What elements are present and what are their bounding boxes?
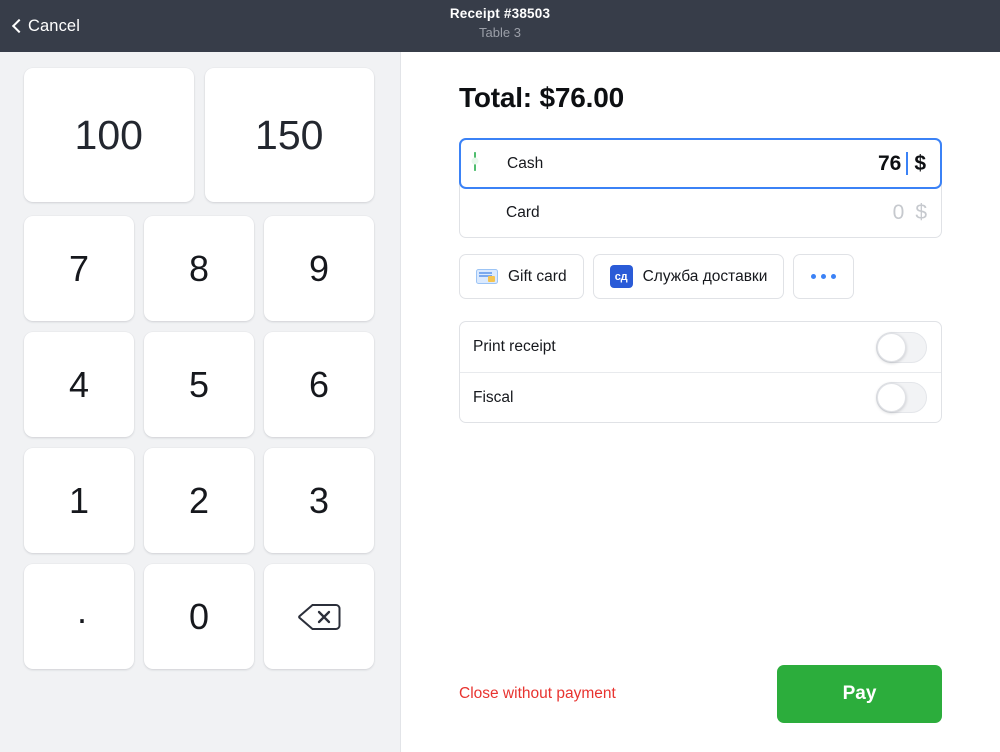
extra-payment-methods: Gift card сд Служба доставки (459, 254, 942, 299)
gift-card-button[interactable]: Gift card (459, 254, 584, 299)
total-amount: Total: $76.00 (459, 82, 942, 114)
fiscal-toggle[interactable] (876, 382, 927, 413)
key-decimal-label: . (77, 593, 87, 629)
key-1[interactable]: 1 (24, 448, 134, 553)
cash-amount-field[interactable]: 76 $ (878, 152, 926, 176)
quick-amount-150-button[interactable]: 150 (205, 68, 375, 202)
numeric-keypad: 7 8 9 4 5 6 1 2 3 . 0 (24, 216, 374, 669)
text-cursor (906, 152, 908, 175)
payment-panel: Total: $76.00 Cash 76 $ (401, 52, 1000, 752)
credit-card-icon (473, 202, 495, 224)
key-6[interactable]: 6 (264, 332, 374, 437)
key-5-label: 5 (189, 367, 209, 403)
toggle-knob (877, 333, 906, 362)
payment-method-card[interactable]: Card 0 $ (460, 188, 941, 237)
ellipsis-icon (811, 274, 836, 279)
key-9-label: 9 (309, 251, 329, 287)
key-0[interactable]: 0 (144, 564, 254, 669)
key-8[interactable]: 8 (144, 216, 254, 321)
print-receipt-label: Print receipt (473, 338, 556, 356)
key-3[interactable]: 3 (264, 448, 374, 553)
cancel-button-label: Cancel (28, 17, 80, 36)
key-3-label: 3 (309, 483, 329, 519)
key-8-label: 8 (189, 251, 209, 287)
key-4[interactable]: 4 (24, 332, 134, 437)
quick-amount-150-label: 150 (255, 115, 323, 156)
cash-currency-symbol: $ (914, 152, 926, 176)
gift-card-icon (476, 269, 498, 284)
key-2[interactable]: 2 (144, 448, 254, 553)
backspace-icon (296, 601, 342, 633)
delivery-service-icon: сд (610, 265, 633, 288)
delivery-service-button[interactable]: сд Служба доставки (593, 254, 785, 299)
quick-amount-100-label: 100 (75, 115, 143, 156)
payment-method-cash-label: Cash (507, 155, 543, 173)
quick-amount-100-button[interactable]: 100 (24, 68, 194, 202)
key-2-label: 2 (189, 483, 209, 519)
pay-button[interactable]: Pay (777, 665, 942, 723)
key-7-label: 7 (69, 251, 89, 287)
receipt-title: Receipt #38503 (0, 5, 1000, 23)
cash-banknote-icon (474, 153, 496, 175)
key-7[interactable]: 7 (24, 216, 134, 321)
gift-card-label: Gift card (508, 268, 567, 286)
key-0-label: 0 (189, 599, 209, 635)
fiscal-label: Fiscal (473, 389, 513, 407)
card-amount-field[interactable]: 0 $ (893, 201, 927, 225)
payment-method-cash[interactable]: Cash 76 $ (459, 138, 942, 189)
key-6-label: 6 (309, 367, 329, 403)
back-chevron-icon (12, 19, 26, 33)
option-print-receipt[interactable]: Print receipt (460, 322, 941, 372)
key-decimal[interactable]: . (24, 564, 134, 669)
close-without-payment-button[interactable]: Close without payment (459, 685, 616, 703)
toggle-knob (877, 383, 906, 412)
payment-method-card-label: Card (506, 204, 540, 222)
cash-amount-value: 76 (878, 152, 901, 176)
keypad-panel: 100 150 7 8 9 4 5 6 1 2 3 . 0 (0, 52, 401, 752)
payment-screen: Cancel Receipt #38503 Table 3 100 150 7 … (0, 0, 1000, 752)
key-5[interactable]: 5 (144, 332, 254, 437)
receipt-options-list: Print receipt Fiscal (459, 321, 942, 423)
backspace-key[interactable] (264, 564, 374, 669)
option-fiscal[interactable]: Fiscal (460, 372, 941, 422)
delivery-service-label: Служба доставки (643, 268, 768, 286)
more-methods-button[interactable] (793, 254, 854, 299)
quick-amount-row: 100 150 (24, 68, 374, 202)
cancel-button[interactable]: Cancel (14, 17, 80, 36)
app-header: Cancel Receipt #38503 Table 3 (0, 0, 1000, 52)
header-title-block: Receipt #38503 Table 3 (0, 5, 1000, 42)
table-label: Table 3 (0, 24, 1000, 42)
key-1-label: 1 (69, 483, 89, 519)
key-4-label: 4 (69, 367, 89, 403)
card-currency-symbol: $ (915, 201, 927, 225)
screen-body: 100 150 7 8 9 4 5 6 1 2 3 . 0 (0, 52, 1000, 752)
footer-actions: Close without payment Pay (459, 665, 942, 752)
payment-methods-list: Cash 76 $ Card 0 $ (459, 138, 942, 238)
key-9[interactable]: 9 (264, 216, 374, 321)
print-receipt-toggle[interactable] (876, 332, 927, 363)
card-amount-value: 0 (893, 201, 905, 225)
